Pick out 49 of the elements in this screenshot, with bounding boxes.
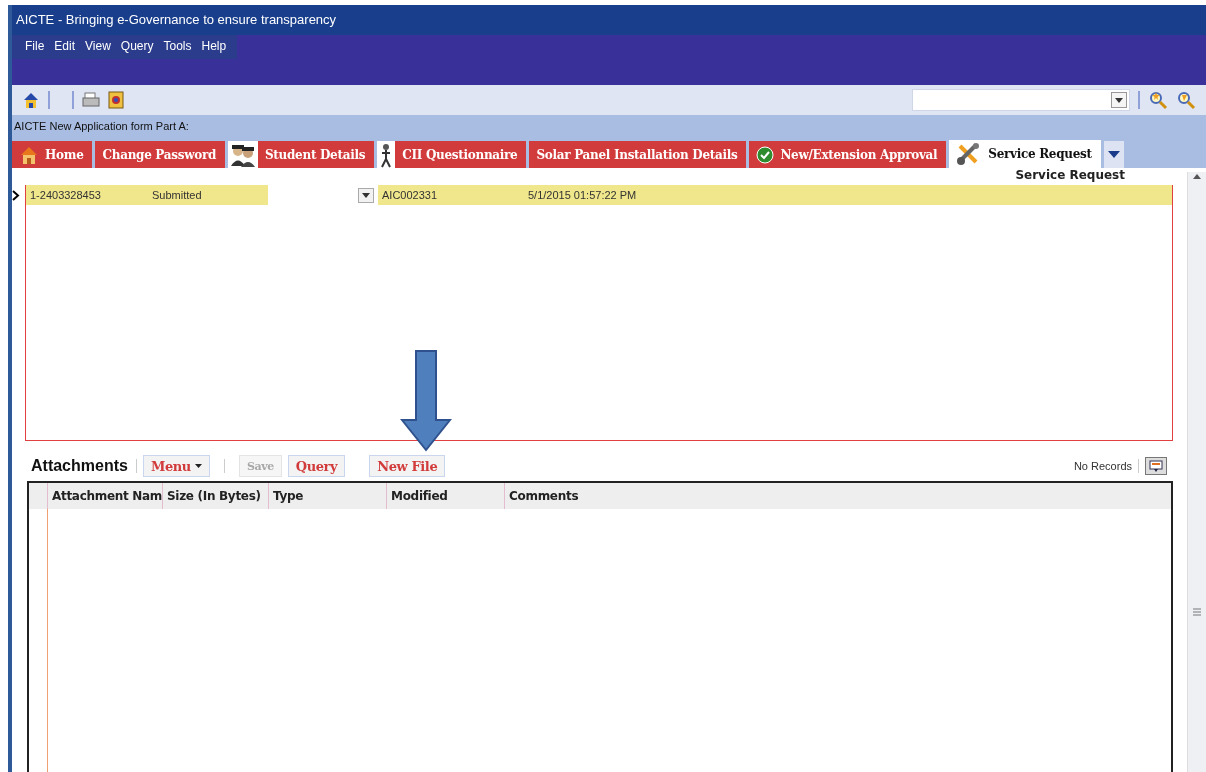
tab[interactable]: New/Extension Approval	[749, 141, 947, 168]
column-header[interactable]: Modified	[386, 483, 504, 509]
toolbar-button[interactable]: Query	[287, 455, 346, 477]
house-icon	[19, 144, 39, 165]
toolbar-button[interactable]: Menu	[142, 455, 210, 477]
menu-item[interactable]: File	[20, 37, 50, 55]
scroll-grip-icon	[1193, 607, 1201, 616]
tab[interactable]: Home	[12, 141, 93, 168]
caret-icon	[194, 464, 202, 468]
more-tabs-button[interactable]	[1103, 141, 1124, 168]
toolbar-button[interactable]: New File	[369, 455, 446, 477]
table-cell: 5/1/2015 01:57:22 PM	[524, 185, 1172, 205]
dropdown-caret-icon	[1115, 97, 1123, 103]
tab[interactable]: CII Questionnaire	[395, 141, 527, 168]
record-count: No Records	[1073, 460, 1132, 472]
page-title: AICTE New Application form Part A:	[14, 120, 189, 132]
report-icon	[108, 91, 124, 109]
view-title: Service Request	[1015, 168, 1125, 184]
search-field[interactable]	[912, 89, 1130, 111]
window-title: AICTE - Bringing e-Governance to ensure transparency	[16, 12, 337, 27]
column-header[interactable]: Attachment Nam	[47, 483, 162, 509]
menu-item[interactable]: Edit	[49, 37, 81, 55]
scroll-up-icon	[1192, 172, 1202, 180]
column-header[interactable]: Type	[268, 483, 386, 509]
caret-icon	[1107, 151, 1120, 158]
people-icon	[230, 142, 256, 167]
query-search-icon	[1148, 90, 1168, 110]
figure-icon	[379, 141, 394, 168]
check-icon	[756, 145, 775, 164]
menu-item[interactable]: View	[80, 37, 116, 55]
menu-item[interactable]: Help	[196, 37, 232, 55]
tab[interactable]: Solar Panel Installation Details	[529, 141, 747, 168]
menu-item[interactable]: Query	[115, 37, 159, 55]
refine-search-icon	[1176, 90, 1196, 110]
table-cell: 1-2403328453	[26, 185, 148, 205]
home-icon	[22, 91, 40, 109]
printer-icon	[82, 92, 100, 108]
layout-button[interactable]	[1145, 457, 1167, 475]
table-cell: AIC002331	[378, 185, 524, 205]
section-title: Attachments	[31, 457, 128, 475]
tab[interactable]: Service Request	[949, 140, 1101, 168]
menu-item[interactable]: Tools	[158, 37, 197, 55]
table-cell: Submitted	[148, 185, 268, 205]
column-header[interactable]: Comments	[504, 483, 1171, 509]
tab[interactable]: Student Details	[258, 141, 375, 168]
dropdown-caret-icon	[362, 192, 370, 198]
tab[interactable]: Change Password	[95, 141, 225, 168]
column-header[interactable]: Size (In Bytes)	[162, 483, 268, 509]
layout-icon	[1149, 460, 1163, 472]
